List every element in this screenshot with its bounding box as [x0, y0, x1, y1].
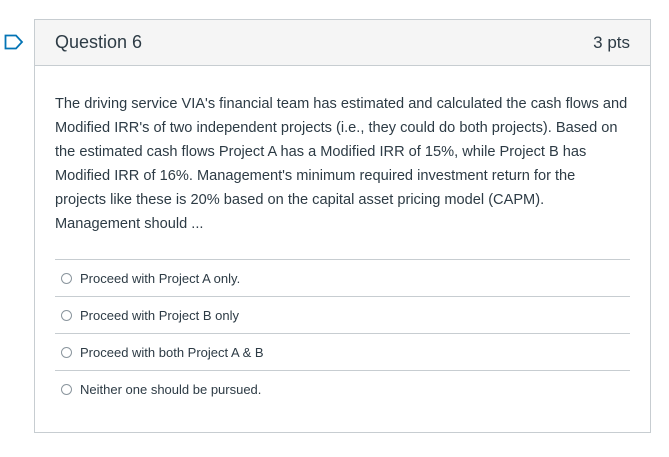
answer-label[interactable]: Proceed with Project B only — [80, 308, 239, 323]
radio-unselected-icon[interactable] — [61, 384, 72, 395]
answer-option-both[interactable]: Proceed with both Project A & B — [55, 334, 630, 371]
flag-question-icon[interactable] — [4, 34, 24, 50]
question-title: Question 6 — [55, 32, 143, 52]
answer-option-neither[interactable]: Neither one should be pursued. — [55, 371, 630, 408]
radio-unselected-icon[interactable] — [61, 309, 72, 321]
quiz-page: Question 6 3 pts The driving service VIA… — [0, 0, 669, 457]
question-points: 3 pts — [593, 32, 630, 52]
answer-option-b[interactable]: Proceed with Project B only — [55, 297, 630, 334]
answer-list: Proceed with Project A only. Proceed wit… — [55, 259, 630, 408]
radio-unselected-icon[interactable] — [61, 346, 72, 358]
radio-unselected-icon[interactable] — [61, 272, 72, 284]
question-text: The driving service VIA's financial team… — [55, 96, 628, 232]
answer-label[interactable]: Proceed with both Project A & B — [80, 345, 264, 360]
question-body: The driving service VIA's financial team… — [35, 66, 650, 408]
question-card: Question 6 3 pts The driving service VIA… — [34, 19, 651, 433]
answer-label[interactable]: Neither one should be pursued. — [80, 382, 261, 397]
answer-label[interactable]: Proceed with Project A only. — [80, 271, 240, 286]
answer-option-a[interactable]: Proceed with Project A only. — [55, 260, 630, 297]
question-header: Question 6 3 pts — [35, 20, 650, 66]
